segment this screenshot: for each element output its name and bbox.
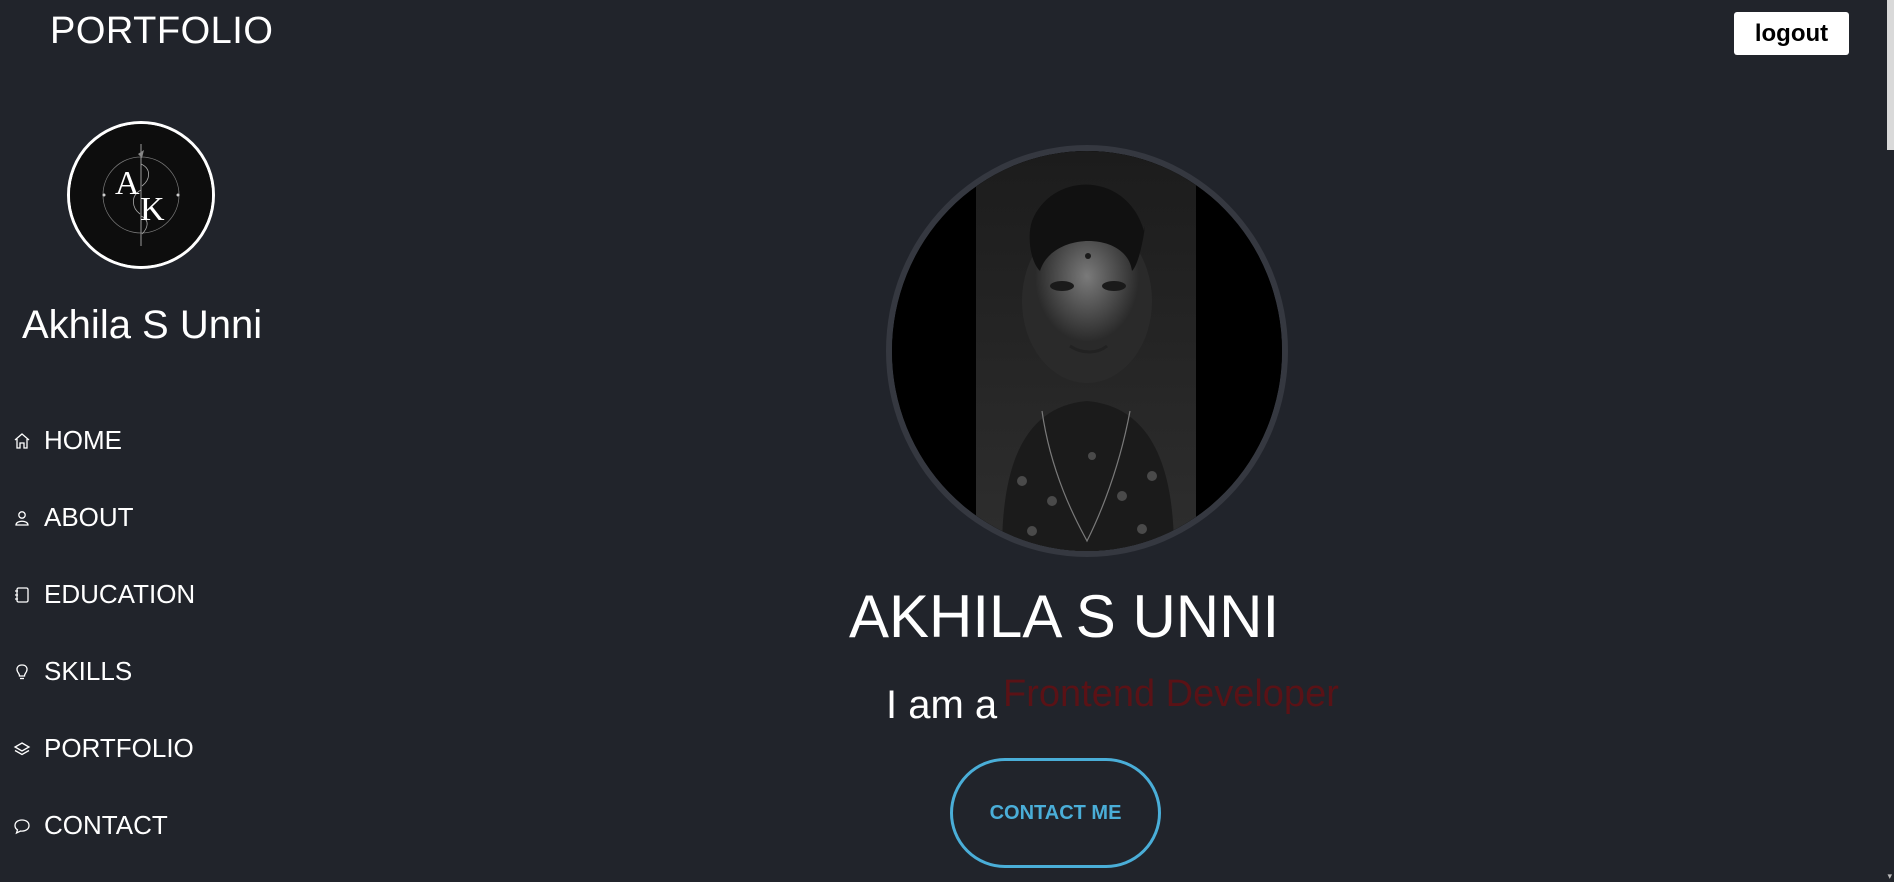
sidebar-item-skills[interactable]: SKILLS: [12, 633, 195, 710]
profile-photo: [886, 145, 1288, 557]
hero-role-text: Frontend Developer: [1003, 673, 1339, 715]
sidebar-item-label: ABOUT: [44, 502, 134, 532]
logo-avatar: A K: [67, 121, 215, 269]
scroll-down-arrow-icon[interactable]: ▾: [1887, 871, 1892, 882]
layers-icon: [12, 739, 32, 759]
logout-button[interactable]: logout: [1734, 12, 1849, 55]
user-icon: [12, 508, 32, 528]
sidebar-name: Akhila S Unni: [22, 303, 263, 347]
sidebar-item-label: PORTFOLIO: [44, 733, 194, 763]
svg-text:K: K: [140, 191, 165, 228]
contact-me-button[interactable]: CONTACT ME: [950, 758, 1161, 868]
hero-name: AKHILA S UNNI: [849, 583, 1280, 650]
ak-monogram-icon: A K: [70, 124, 212, 266]
sidebar-item-about[interactable]: ABOUT: [12, 479, 195, 556]
notebook-icon: [12, 585, 32, 605]
sidebar-item-education[interactable]: EDUCATION: [12, 556, 195, 633]
portfolio-page: PORTFOLIO logout ▾ A K Akhila S Unni HOM…: [0, 0, 1894, 882]
sidebar-item-label: CONTACT: [44, 810, 168, 840]
lightbulb-icon: [12, 662, 32, 682]
sidebar-item-label: HOME: [44, 425, 122, 455]
svg-text:A: A: [115, 165, 140, 202]
hero-intro-text: I am a: [886, 683, 998, 727]
sidebar-item-contact[interactable]: CONTACT: [12, 787, 195, 864]
sidebar-item-label: EDUCATION: [44, 579, 196, 609]
sidebar-item-portfolio[interactable]: PORTFOLIO: [12, 710, 195, 787]
scrollbar-thumb[interactable]: [1887, 0, 1894, 150]
brand-title: PORTFOLIO: [50, 10, 274, 52]
sidebar-item-home[interactable]: HOME: [12, 402, 195, 479]
chat-icon: [12, 816, 32, 836]
profile-portrait-image: [892, 151, 1282, 551]
sidebar-item-label: SKILLS: [44, 656, 133, 686]
sidebar-nav: HOME ABOUT EDUCATION SKILLS PORTFOLIO CO…: [12, 402, 195, 864]
home-icon: [12, 431, 32, 451]
